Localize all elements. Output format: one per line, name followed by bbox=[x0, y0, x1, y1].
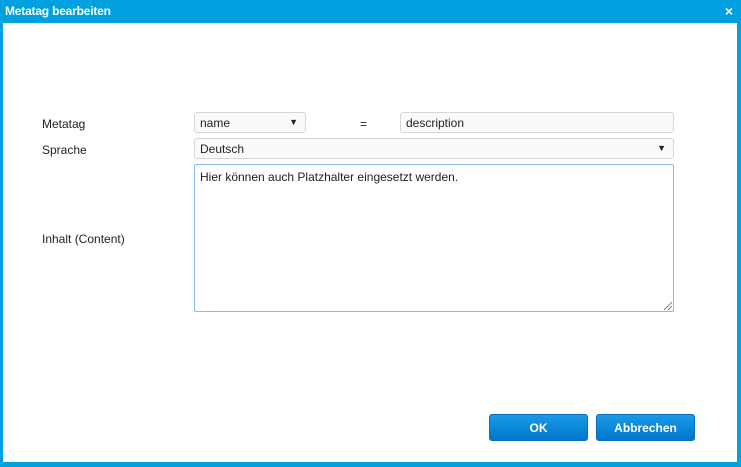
metatag-value-text: description bbox=[406, 116, 465, 130]
dialog-body: Metatag name ▼ = description Sprache Deu… bbox=[3, 23, 737, 462]
metatag-value-input[interactable]: description bbox=[400, 112, 674, 133]
dialog-title: Metatag bearbeiten bbox=[5, 4, 111, 18]
metatag-type-select[interactable]: name ▼ bbox=[194, 112, 306, 133]
close-icon[interactable]: × bbox=[725, 4, 733, 18]
ok-button[interactable]: OK bbox=[489, 414, 588, 441]
equals-sign: = bbox=[360, 117, 368, 131]
chevron-down-icon: ▼ bbox=[657, 143, 666, 153]
content-label: Inhalt (Content) bbox=[42, 232, 125, 246]
chevron-down-icon: ▼ bbox=[289, 117, 298, 127]
content-text: Hier können auch Platzhalter eingesetzt … bbox=[200, 170, 459, 184]
dialog-titlebar[interactable]: Metatag bearbeiten × bbox=[0, 0, 741, 23]
language-select[interactable]: Deutsch ▼ bbox=[194, 138, 674, 159]
resize-handle-icon[interactable] bbox=[664, 302, 672, 310]
language-value: Deutsch bbox=[200, 142, 245, 156]
language-label: Sprache bbox=[42, 143, 87, 157]
metatag-label: Metatag bbox=[42, 117, 86, 131]
cancel-button[interactable]: Abbrechen bbox=[596, 414, 695, 441]
content-textarea[interactable]: Hier können auch Platzhalter eingesetzt … bbox=[194, 164, 674, 312]
metatag-type-value: name bbox=[200, 116, 231, 130]
